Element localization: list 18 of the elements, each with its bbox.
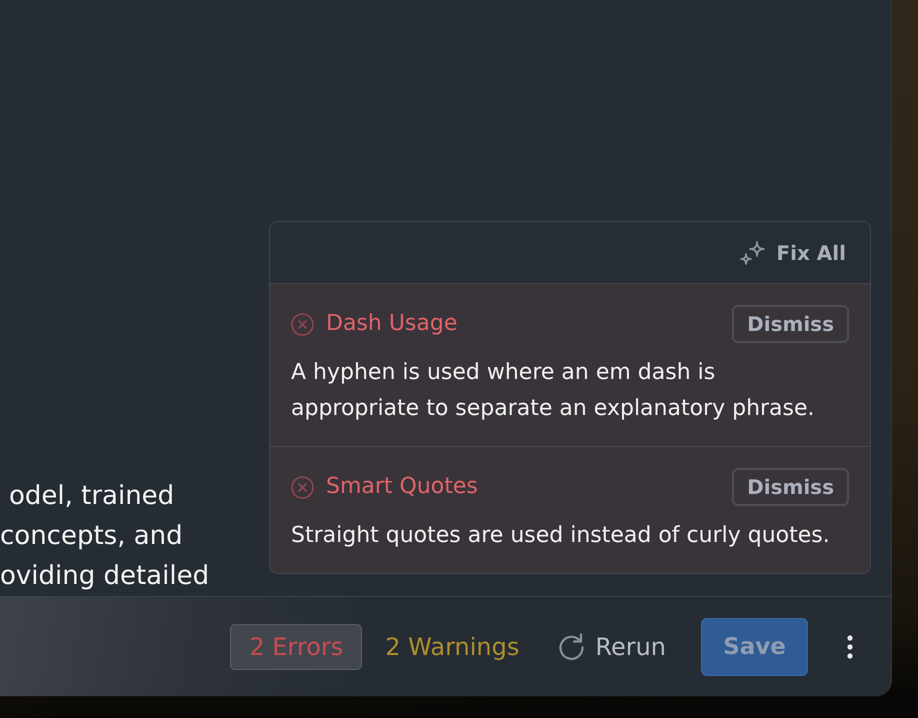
dismiss-button[interactable]: Dismiss <box>732 468 849 506</box>
issue-title: Dash Usage <box>326 310 458 338</box>
sparkle-icon <box>740 240 766 266</box>
error-circle-icon <box>291 312 314 336</box>
refresh-icon <box>558 633 586 660</box>
rerun-button[interactable]: Rerun <box>558 632 666 660</box>
editor-text-line: oviding detailed <box>0 560 210 593</box>
editor-text-line: odel, trained <box>9 480 174 513</box>
issue-description: A hyphen is used where an em dash is appropriate to separate an explanatory phrase. <box>291 359 816 423</box>
fix-all-button[interactable]: Fix All <box>740 240 846 266</box>
filter-tab[interactable]: 2 Warnings <box>366 624 538 670</box>
dismiss-button[interactable]: Dismiss <box>732 305 849 343</box>
editor-text-line: concepts, and <box>0 520 183 553</box>
more-vertical-icon <box>847 634 853 658</box>
more-options-button[interactable] <box>847 634 853 658</box>
issue-description: Straight quotes are used instead of curly quotes. <box>291 522 831 550</box>
error-circle-icon <box>291 476 314 498</box>
issue-title: Smart Quotes <box>326 473 478 501</box>
